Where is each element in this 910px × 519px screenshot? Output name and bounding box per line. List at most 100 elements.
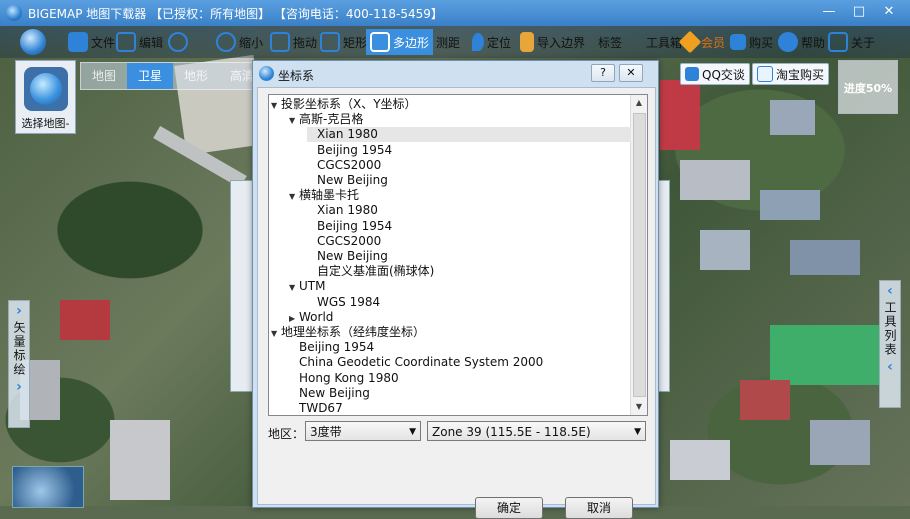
tree-item[interactable]: ▼ 投影坐标系（X、Y坐标）: [271, 97, 631, 112]
tree-item[interactable]: Beijing 1954: [289, 340, 631, 355]
tool-label: 购买: [749, 35, 774, 50]
about-icon: [828, 32, 848, 52]
ok-button[interactable]: 确定: [475, 497, 543, 519]
tree-item-label: 投影坐标系（X、Y坐标）: [281, 97, 417, 111]
tree-item-label: UTM: [299, 279, 326, 294]
tool-label: 工具箱: [646, 35, 683, 50]
tree-scrollbar[interactable]: ▲ ▼: [630, 95, 647, 415]
overview-globe[interactable]: [12, 466, 84, 508]
main-toolbar: 文件 编辑 缩小 拖动 矩形 多边形 测距 定位 导入边界 标签 工具箱 会员 …: [0, 26, 910, 58]
tool-locate[interactable]: 定位: [472, 29, 511, 55]
dropdown-arrow-icon: ▼: [409, 427, 416, 437]
coordinate-tree[interactable]: ▲ ▼ ▼ 投影坐标系（X、Y坐标） ▼ 高斯-克吕格 Xian 1980 Beijing…: [268, 94, 648, 416]
maximize-button[interactable]: □: [848, 3, 870, 21]
chevron-right-icon: ›: [16, 303, 22, 319]
globe-icon: [20, 29, 46, 55]
coordinate-system-dialog: 坐标系 ? ✕ ▲ ▼ ▼ 投影坐标系（X、Y坐标） ▼ 高斯-克吕格 Xian 198…: [252, 60, 659, 519]
tree-item[interactable]: ▼ 高斯-克吕格: [289, 112, 631, 127]
tree-item-label: New Beijing: [299, 385, 370, 400]
tree-item[interactable]: ▼ 横轴墨卡托: [289, 188, 631, 203]
collapse-arrow-icon[interactable]: ▼: [271, 326, 281, 341]
band-select-value: 3度带: [310, 425, 342, 439]
vector-plot-panel[interactable]: › 矢量标绘 ›: [8, 300, 30, 428]
tree-item[interactable]: CGCS2000: [307, 158, 631, 173]
dialog-close-button[interactable]: ✕: [619, 64, 643, 82]
tree-item-label: CGCS2000: [317, 233, 382, 248]
tree-item[interactable]: New Beijing: [307, 249, 631, 264]
tool-help[interactable]: 帮助: [778, 29, 825, 55]
tab-satellite[interactable]: 卫星: [127, 63, 173, 89]
collapse-arrow-icon[interactable]: ▼: [289, 189, 299, 204]
zoom-out-icon: [216, 32, 236, 52]
dialog-body: ▲ ▼ ▼ 投影坐标系（X、Y坐标） ▼ 高斯-克吕格 Xian 1980 Beijing…: [257, 87, 656, 519]
tree-item-label: New Beijing: [317, 249, 388, 263]
tool-about[interactable]: 关于: [828, 29, 875, 55]
tool-label: 会员: [701, 35, 726, 50]
window-title: BIGEMAP 地图下载器 【已授权：所有地图】 【咨询电话：400-118-5…: [28, 7, 443, 21]
tree-item[interactable]: Xian 1980: [307, 127, 631, 143]
dialog-help-button[interactable]: ?: [591, 64, 615, 82]
tree-item[interactable]: New Beijing: [307, 173, 631, 188]
title-bar: BIGEMAP 地图下载器 【已授权：所有地图】 【咨询电话：400-118-5…: [0, 0, 910, 26]
tree-item-label: New Beijing: [317, 173, 388, 187]
tool-search[interactable]: [168, 29, 191, 55]
tree-item[interactable]: WGS 1984: [307, 295, 631, 310]
tool-measure[interactable]: 测距: [436, 29, 460, 55]
import-icon: [520, 32, 534, 52]
zone-select[interactable]: Zone 39 (115.5E - 118.5E) ▼: [427, 421, 646, 441]
taobao-buy-button[interactable]: 淘宝购买: [752, 63, 830, 85]
logo-globe: [20, 29, 49, 55]
tool-buy[interactable]: 购买: [730, 29, 773, 55]
tab-map[interactable]: 地图: [81, 63, 127, 89]
tree-item[interactable]: ▶ World: [289, 310, 631, 325]
collapse-arrow-icon[interactable]: ▼: [289, 113, 299, 128]
tree-item-label: CGCS2000: [317, 157, 382, 172]
tree-item[interactable]: China Geodetic Coordinate System 2000: [289, 355, 631, 370]
tree-item[interactable]: ▼ UTM: [289, 279, 631, 294]
tree-item[interactable]: CGCS2000: [307, 234, 631, 249]
tree-item[interactable]: Beijing 1954: [307, 219, 631, 234]
tool-polygon[interactable]: 多边形: [366, 29, 434, 55]
tool-edit[interactable]: 编辑: [116, 29, 163, 55]
tree-item[interactable]: TWD67: [289, 401, 631, 415]
polygon-icon: [370, 32, 390, 52]
scroll-up-icon[interactable]: ▲: [631, 95, 647, 111]
close-button[interactable]: ✕: [878, 3, 900, 21]
tool-tag[interactable]: 标签: [598, 29, 622, 55]
hand-icon: [270, 32, 290, 52]
tool-file[interactable]: 文件: [68, 29, 115, 55]
tool-pan[interactable]: 拖动: [270, 29, 317, 55]
edit-icon: [116, 32, 136, 52]
scroll-thumb[interactable]: [633, 113, 646, 397]
tool-list-panel[interactable]: ‹ 工具列表 ‹: [879, 280, 901, 408]
tree-item[interactable]: 自定义基准面(椭球体): [307, 264, 631, 279]
tool-label: 定位: [487, 35, 512, 50]
tree-item[interactable]: ▼ 地理坐标系（经纬度坐标）: [271, 325, 631, 340]
tree-item[interactable]: Xian 1980: [307, 203, 631, 218]
minimize-button[interactable]: —: [818, 3, 840, 21]
tab-terrain[interactable]: 地形: [173, 63, 219, 89]
tree-item-label: World: [299, 309, 334, 324]
cancel-button[interactable]: 取消: [565, 497, 633, 519]
tree-item-label: WGS 1984: [317, 294, 381, 309]
tree-item[interactable]: New Beijing: [289, 386, 631, 401]
tool-vip[interactable]: 会员: [678, 29, 726, 55]
vip-icon: [678, 30, 702, 54]
scroll-down-icon[interactable]: ▼: [631, 399, 647, 415]
tree-item[interactable]: Hong Kong 1980: [289, 371, 631, 386]
collapse-arrow-icon[interactable]: ▼: [289, 280, 299, 295]
select-map-button[interactable]: 选择地图-: [15, 60, 76, 134]
expand-arrow-icon[interactable]: ▶: [289, 311, 299, 326]
band-select[interactable]: 3度带 ▼: [305, 421, 421, 441]
tool-rectangle[interactable]: 矩形: [320, 29, 367, 55]
tool-toolbox[interactable]: 工具箱: [646, 29, 682, 55]
tool-import-boundary[interactable]: 导入边界: [520, 29, 585, 55]
collapse-arrow-icon[interactable]: ▼: [271, 98, 281, 113]
rectangle-icon: [320, 32, 340, 52]
tree-item-label: Beijing 1954: [317, 218, 393, 233]
dialog-globe-icon: [259, 66, 274, 81]
tree-item[interactable]: Beijing 1954: [307, 143, 631, 158]
qq-chat-button[interactable]: QQ交谈: [680, 63, 750, 85]
app-logo-icon: [6, 5, 22, 21]
tool-zoom-out[interactable]: 缩小: [216, 29, 263, 55]
